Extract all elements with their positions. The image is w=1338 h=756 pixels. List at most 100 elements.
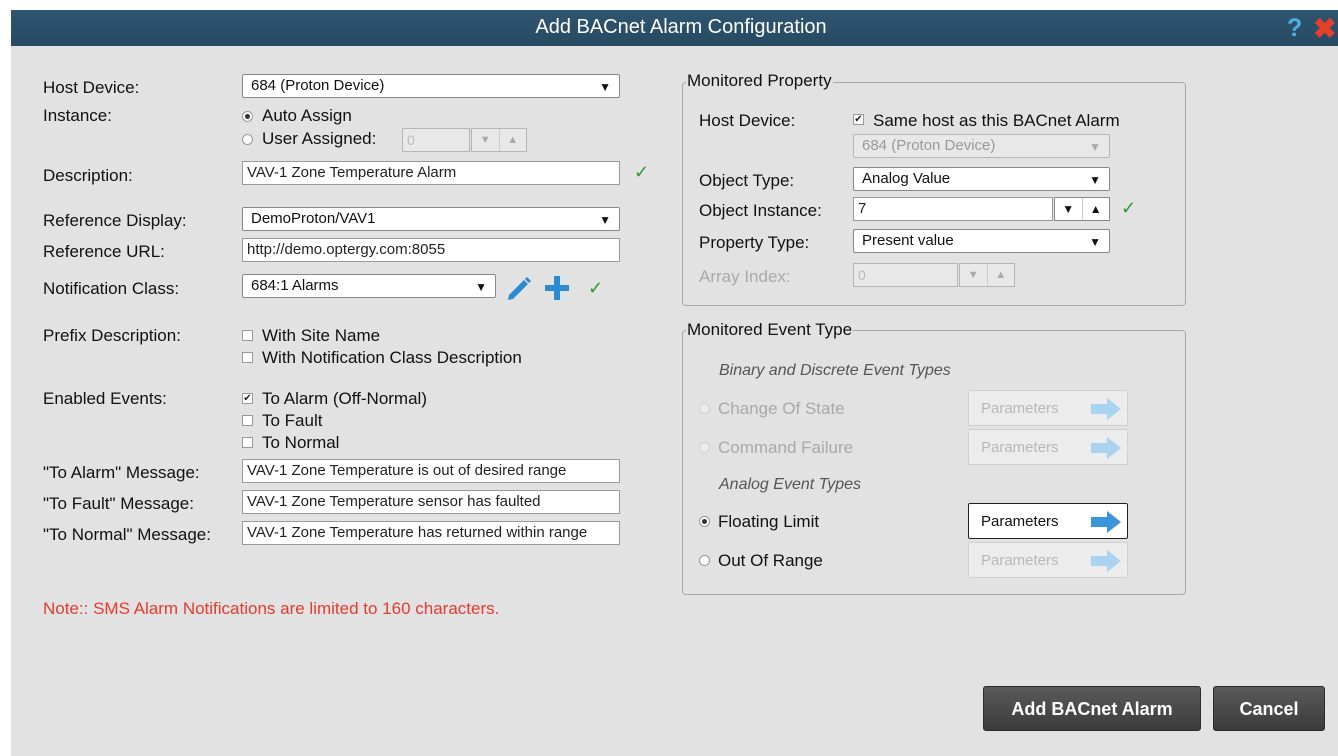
array-index-input[interactable]: 0	[853, 263, 958, 287]
increment-icon[interactable]: ▲	[1081, 198, 1110, 220]
add-bacnet-alarm-button[interactable]: Add BACnet Alarm	[983, 686, 1201, 731]
host-device-label: Host Device:	[43, 78, 140, 97]
chevron-down-icon: ▼	[599, 213, 611, 227]
parameters-label: Parameters	[981, 552, 1059, 569]
parameters-label: Parameters	[981, 439, 1059, 456]
sms-note: Note:: SMS Alarm Notifications are limit…	[43, 599, 500, 618]
parameters-label: Parameters	[981, 513, 1059, 530]
arrow-right-icon	[1091, 437, 1121, 459]
object-type-select[interactable]: Analog Value ▼	[853, 167, 1110, 191]
property-type-select[interactable]: Present value ▼	[853, 229, 1110, 253]
user-assigned-radio[interactable]	[242, 134, 253, 145]
mp-host-device-value: 684 (Proton Device)	[862, 137, 996, 154]
help-icon[interactable]: ?	[1287, 14, 1302, 43]
reference-url-input[interactable]: http://demo.optergy.com:8055	[242, 238, 620, 262]
to-normal-message-input[interactable]: VAV-1 Zone Temperature has returned with…	[242, 521, 620, 545]
reference-url-label: Reference URL:	[43, 242, 165, 261]
auto-assign-label: Auto Assign	[262, 106, 352, 125]
to-alarm-checkbox[interactable]: ✔	[242, 393, 253, 404]
command-failure-radio[interactable]	[699, 442, 710, 453]
change-of-state-label: Change Of State	[718, 399, 845, 418]
to-normal-event-label: To Normal	[262, 433, 340, 452]
command-failure-parameters-button[interactable]: Parameters	[968, 429, 1128, 465]
user-assigned-input[interactable]: 0	[402, 128, 470, 152]
out-of-range-radio[interactable]	[699, 555, 710, 566]
property-type-label: Property Type:	[699, 233, 810, 252]
change-of-state-radio[interactable]	[699, 403, 710, 414]
object-instance-stepper[interactable]: ▼ ▲	[1054, 197, 1110, 221]
decrement-icon[interactable]: ▼	[960, 264, 987, 286]
object-type-value: Analog Value	[862, 170, 951, 187]
increment-icon[interactable]: ▲	[498, 129, 527, 151]
enabled-events-label: Enabled Events:	[43, 389, 167, 408]
with-class-desc-label: With Notification Class Description	[262, 348, 522, 367]
floating-limit-label: Floating Limit	[718, 512, 820, 531]
chevron-down-icon: ▼	[599, 80, 611, 94]
notification-class-select[interactable]: 684:1 Alarms ▼	[242, 274, 496, 298]
chevron-down-icon: ▼	[1089, 140, 1101, 154]
description-label: Description:	[43, 166, 133, 185]
object-instance-input[interactable]: 7	[853, 197, 1053, 221]
reference-display-label: Reference Display:	[43, 211, 187, 230]
to-fault-message-label: "To Fault" Message:	[43, 494, 194, 513]
to-normal-message-label: "To Normal" Message:	[43, 525, 211, 544]
object-type-label: Object Type:	[699, 171, 795, 190]
chevron-down-icon: ▼	[1089, 173, 1101, 187]
with-site-name-label: With Site Name	[262, 326, 381, 345]
add-plus-icon[interactable]	[543, 274, 571, 302]
increment-icon[interactable]: ▲	[986, 264, 1015, 286]
to-normal-checkbox[interactable]	[242, 437, 253, 448]
monitored-property-legend: Monitored Property	[686, 71, 833, 91]
user-assigned-label: User Assigned:	[262, 129, 377, 148]
description-input[interactable]: VAV-1 Zone Temperature Alarm	[242, 161, 620, 185]
edit-pencil-icon[interactable]	[503, 273, 533, 303]
notification-class-value: 684:1 Alarms	[251, 277, 339, 294]
with-site-name-checkbox[interactable]	[242, 330, 253, 341]
out-of-range-label: Out Of Range	[718, 551, 823, 570]
floating-limit-radio[interactable]	[699, 516, 710, 527]
host-device-value: 684 (Proton Device)	[251, 77, 385, 94]
object-instance-label: Object Instance:	[699, 201, 822, 220]
reference-display-select[interactable]: DemoProton/VAV1 ▼	[242, 207, 620, 231]
to-fault-event-label: To Fault	[262, 411, 323, 430]
title-bar: Add BACnet Alarm Configuration ? ✖	[11, 10, 1338, 46]
to-alarm-message-label: "To Alarm" Message:	[43, 463, 200, 482]
mp-host-device-select[interactable]: 684 (Proton Device) ▼	[853, 134, 1110, 158]
cancel-button[interactable]: Cancel	[1213, 686, 1325, 731]
arrow-right-icon	[1091, 398, 1121, 420]
notification-class-valid-icon: ✓	[588, 278, 604, 298]
to-fault-checkbox[interactable]	[242, 415, 253, 426]
arrow-right-icon	[1091, 550, 1121, 572]
decrement-icon[interactable]: ▼	[472, 129, 499, 151]
binary-event-types-header: Binary and Discrete Event Types	[719, 362, 951, 379]
parameters-label: Parameters	[981, 400, 1059, 417]
monitored-event-legend: Monitored Event Type	[686, 320, 854, 340]
dialog-title: Add BACnet Alarm Configuration	[535, 16, 827, 38]
out-of-range-parameters-button[interactable]: Parameters	[968, 542, 1128, 578]
property-type-value: Present value	[862, 232, 954, 249]
notification-class-label: Notification Class:	[43, 279, 180, 298]
array-index-stepper[interactable]: ▼ ▲	[959, 263, 1015, 287]
user-assigned-stepper[interactable]: ▼ ▲	[471, 128, 527, 152]
chevron-down-icon: ▼	[1089, 235, 1101, 249]
instance-label: Instance:	[43, 106, 112, 125]
to-fault-message-input[interactable]: VAV-1 Zone Temperature sensor has faulte…	[242, 490, 620, 514]
floating-limit-parameters-button[interactable]: Parameters	[968, 503, 1128, 539]
mp-host-device-label: Host Device:	[699, 111, 796, 130]
close-icon[interactable]: ✖	[1313, 12, 1336, 45]
auto-assign-radio[interactable]	[242, 111, 253, 122]
arrow-right-icon	[1091, 511, 1121, 533]
reference-display-value: DemoProton/VAV1	[251, 210, 376, 227]
same-host-checkbox[interactable]: ✔	[853, 114, 864, 125]
description-valid-icon: ✓	[634, 162, 650, 182]
to-alarm-event-label: To Alarm (Off-Normal)	[262, 389, 427, 408]
change-of-state-parameters-button[interactable]: Parameters	[968, 390, 1128, 426]
command-failure-label: Command Failure	[718, 438, 854, 457]
to-alarm-message-input[interactable]: VAV-1 Zone Temperature is out of desired…	[242, 459, 620, 483]
decrement-icon[interactable]: ▼	[1055, 198, 1082, 220]
analog-event-types-header: Analog Event Types	[719, 476, 862, 493]
host-device-select[interactable]: 684 (Proton Device) ▼	[242, 74, 620, 98]
array-index-label: Array Index:	[699, 267, 791, 286]
with-class-desc-checkbox[interactable]	[242, 352, 253, 363]
same-host-label: Same host as this BACnet Alarm	[873, 111, 1120, 130]
